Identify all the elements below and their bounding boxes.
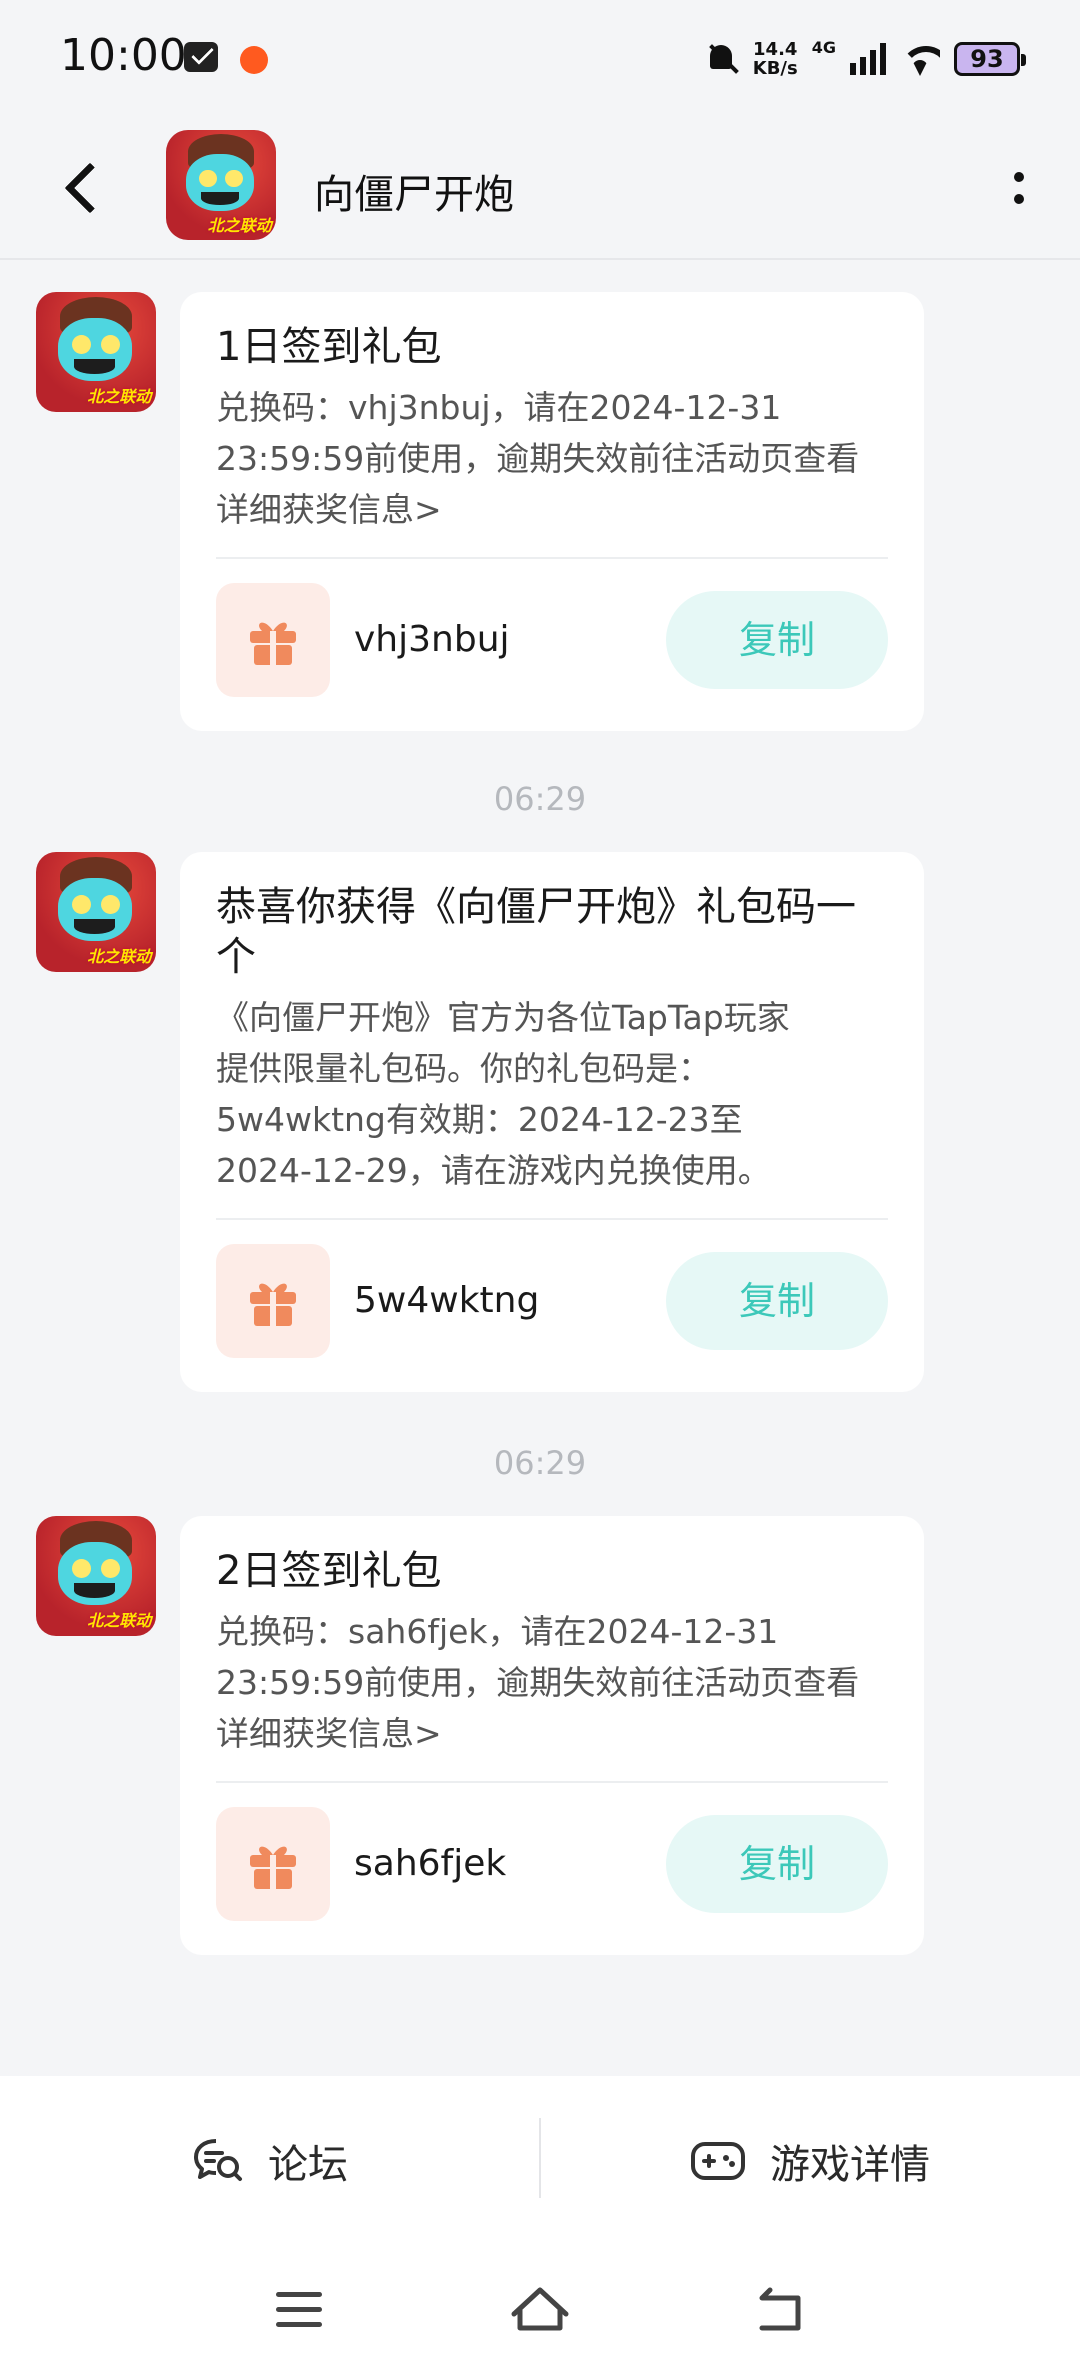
status-icons: 14.4 KB/s 4G 93 xyxy=(705,34,1026,84)
chevron-left-icon xyxy=(64,162,116,214)
mute-bell-icon xyxy=(705,41,739,77)
message-notification-icon xyxy=(184,42,218,72)
back-button[interactable] xyxy=(56,152,116,222)
sender-avatar[interactable]: 北之联动 xyxy=(36,852,156,972)
home-icon xyxy=(511,2287,569,2331)
copy-button[interactable]: 复制 xyxy=(666,591,888,689)
system-nav-bar xyxy=(0,2246,1080,2376)
game-logo-text: 北之联动 xyxy=(207,215,272,235)
status-bar: 10:00 14.4 KB/s 4G 93 xyxy=(0,0,1080,118)
more-vertical-icon xyxy=(1014,172,1024,182)
back-icon xyxy=(759,2287,801,2331)
message-card[interactable]: 2日签到礼包 兑换码：sah6fjek，请在2024-12-31 23:59:5… xyxy=(180,1516,924,1955)
status-time: 10:00 xyxy=(60,30,187,81)
app-bar: 北之联动 向僵尸开炮 xyxy=(0,118,1080,260)
battery-level: 93 xyxy=(970,45,1004,73)
copy-button[interactable]: 复制 xyxy=(666,1252,888,1350)
message-body[interactable]: 兑换码：sah6fjek，请在2024-12-31 23:59:59前使用，逾期… xyxy=(216,1606,888,1759)
gift-code-row: 5w4wktng 复制 xyxy=(216,1220,888,1392)
wifi-icon xyxy=(900,42,940,76)
gift-code: sah6fjek xyxy=(354,1843,507,1884)
bottom-action-bar: 论坛 游戏详情 xyxy=(0,2076,1080,2246)
gift-code: vhj3nbuj xyxy=(354,619,510,660)
gamepad-icon xyxy=(691,2142,745,2180)
home-button[interactable] xyxy=(500,2270,580,2350)
avatar-logo-text: 北之联动 xyxy=(87,947,152,967)
more-button[interactable] xyxy=(1004,158,1034,218)
system-back-button[interactable] xyxy=(740,2270,820,2350)
message-title: 恭喜你获得《向僵尸开炮》礼包码一个 xyxy=(216,884,856,980)
recent-apps-button[interactable] xyxy=(260,2270,340,2350)
timestamp-partial: · · · xyxy=(0,262,1080,275)
signal-icon xyxy=(850,43,886,75)
menu-icon xyxy=(276,2292,322,2297)
sender-avatar[interactable]: 北之联动 xyxy=(36,1516,156,1636)
game-details-button[interactable]: 游戏详情 xyxy=(540,2076,1080,2246)
avatar-logo-text: 北之联动 xyxy=(87,1611,152,1631)
chat-search-icon xyxy=(194,2139,242,2181)
gift-code-row: vhj3nbuj 复制 xyxy=(216,559,888,731)
app-notification-icon xyxy=(240,46,268,74)
gift-icon xyxy=(216,583,330,697)
game-details-label: 游戏详情 xyxy=(770,2142,930,2188)
gift-code-row: sah6fjek 复制 xyxy=(216,1783,888,1955)
copy-button[interactable]: 复制 xyxy=(666,1815,888,1913)
timestamp: 06:29 xyxy=(493,1444,587,1482)
message-card[interactable]: 1日签到礼包 兑换码：vhj3nbuj，请在2024-12-31 23:59:5… xyxy=(180,292,924,731)
message-card[interactable]: 恭喜你获得《向僵尸开炮》礼包码一个 《向僵尸开炮》官方为各位TapTap玩家提供… xyxy=(180,852,924,1392)
message-title: 1日签到礼包 xyxy=(216,324,442,370)
message-body[interactable]: 《向僵尸开炮》官方为各位TapTap玩家提供限量礼包码。你的礼包码是：5w4wk… xyxy=(216,992,888,1196)
battery-icon: 93 xyxy=(954,42,1026,76)
network-speed: 14.4 KB/s xyxy=(753,40,798,78)
game-logo[interactable]: 北之联动 xyxy=(166,130,276,240)
gift-icon xyxy=(216,1807,330,1921)
network-speed-unit: KB/s xyxy=(752,58,798,79)
page-title: 向僵尸开炮 xyxy=(314,172,514,218)
message-list[interactable]: · · · 北之联动 1日签到礼包 兑换码：vhj3nbuj，请在2024-12… xyxy=(0,262,1080,2070)
network-type: 4G xyxy=(811,38,836,57)
gift-code: 5w4wktng xyxy=(354,1280,540,1321)
timestamp: 06:29 xyxy=(493,780,587,818)
forum-label: 论坛 xyxy=(268,2142,348,2188)
message-title: 2日签到礼包 xyxy=(216,1548,442,1594)
forum-button[interactable]: 论坛 xyxy=(0,2076,540,2246)
avatar-logo-text: 北之联动 xyxy=(87,387,152,407)
sender-avatar[interactable]: 北之联动 xyxy=(36,292,156,412)
message-body[interactable]: 兑换码：vhj3nbuj，请在2024-12-31 23:59:59前使用，逾期… xyxy=(216,382,888,535)
gift-icon xyxy=(216,1244,330,1358)
network-speed-value: 14.4 xyxy=(753,39,798,60)
